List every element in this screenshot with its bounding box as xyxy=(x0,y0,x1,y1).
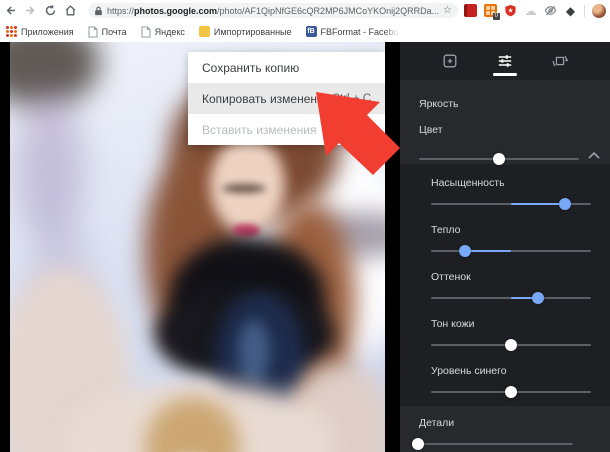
bookmark-mail[interactable]: Почта xyxy=(88,25,127,38)
url-text: https://photos.google.com/photo/AF1QipNf… xyxy=(107,5,440,16)
skin-tone-slider[interactable] xyxy=(431,338,591,352)
tab-filters[interactable] xyxy=(430,46,470,76)
page-icon xyxy=(141,25,151,38)
section-details: Детали xyxy=(400,406,610,452)
editor-tabbar xyxy=(400,42,610,80)
tab-crop-rotate[interactable] xyxy=(540,46,580,76)
section-light-color: Яркость Цвет xyxy=(400,80,610,166)
browser-toolbar: https://photos.google.com/photo/AF1QipNf… xyxy=(0,0,610,21)
slider-group-tint: Оттенок xyxy=(431,271,610,305)
saturation-slider[interactable] xyxy=(431,197,591,211)
slider-group-blue-level: Уровень синего xyxy=(431,365,610,399)
chevron-up-icon[interactable] xyxy=(587,151,601,160)
apps-grid-icon xyxy=(6,26,17,37)
slider-group-skin-tone: Тон кожи xyxy=(431,318,610,352)
extension-eye-off-icon[interactable] xyxy=(544,4,557,17)
slider-group-warmth: Тепло xyxy=(431,224,610,258)
details-label: Детали xyxy=(419,417,455,429)
extension-book-icon[interactable] xyxy=(464,4,477,17)
profile-avatar[interactable] xyxy=(592,3,606,18)
menu-item-save-copy[interactable]: Сохранить копию xyxy=(188,52,385,83)
color-slider[interactable] xyxy=(419,152,579,166)
bookmarks-bar: Приложения Почта Яндекс Импортированные … xyxy=(0,21,610,42)
tint-slider[interactable] xyxy=(431,291,591,305)
slider-group-saturation: Насыщенность xyxy=(431,177,610,211)
svg-text:★: ★ xyxy=(508,8,514,15)
extension-badge: 0 xyxy=(492,13,500,20)
toolbar-divider xyxy=(584,4,585,17)
bookmark-yandex[interactable]: Яндекс xyxy=(141,25,185,38)
address-bar[interactable]: https://photos.google.com/photo/AF1QipNf… xyxy=(88,3,458,18)
bookmark-fbformat[interactable]: fB FBFormat - Facebook xyxy=(305,26,399,37)
reload-button[interactable] xyxy=(40,2,60,20)
fb-favicon: fB xyxy=(305,26,317,37)
bookmark-apps[interactable]: Приложения xyxy=(6,26,74,37)
home-button[interactable] xyxy=(60,2,80,20)
extension-diamond-icon[interactable]: ◆ xyxy=(564,4,577,17)
lock-icon xyxy=(94,6,103,16)
menu-item-copy-edits[interactable]: Копировать изменения Ctrl + C xyxy=(188,83,385,114)
page-icon xyxy=(88,25,98,38)
color-subpanel: Насыщенность Тепло Оттенок Тон кожи Уров… xyxy=(400,164,610,406)
brightness-label: Яркость xyxy=(419,98,459,110)
browser-window: https://photos.google.com/photo/AF1QipNf… xyxy=(0,0,610,452)
blue-level-slider[interactable] xyxy=(431,385,591,399)
editor-panel: Яркость Цвет Насыщенность Тепло Оттенок … xyxy=(400,42,610,452)
forward-button[interactable] xyxy=(20,2,40,20)
back-button[interactable] xyxy=(0,2,20,20)
bookmark-imported[interactable]: Импортированные xyxy=(198,26,292,37)
bookmark-star-icon[interactable]: ☆ xyxy=(443,5,452,16)
extension-cloud-icon[interactable]: ☁ xyxy=(524,4,537,17)
menu-item-paste-edits[interactable]: Вставить изменения Ctrl + V xyxy=(188,114,385,145)
color-label: Цвет xyxy=(419,124,443,136)
yellow-folder-icon xyxy=(198,26,210,37)
extensions-area: 0 ★ ☁ ◆ ⋮ xyxy=(464,2,610,20)
context-menu: Сохранить копию Копировать изменения Ctr… xyxy=(188,52,385,145)
extension-grid-icon[interactable]: 0 xyxy=(484,4,500,20)
extension-shield-icon[interactable]: ★ xyxy=(504,4,517,17)
details-slider[interactable] xyxy=(412,437,573,451)
tab-adjustments[interactable] xyxy=(485,46,525,76)
warmth-slider[interactable] xyxy=(431,244,591,258)
